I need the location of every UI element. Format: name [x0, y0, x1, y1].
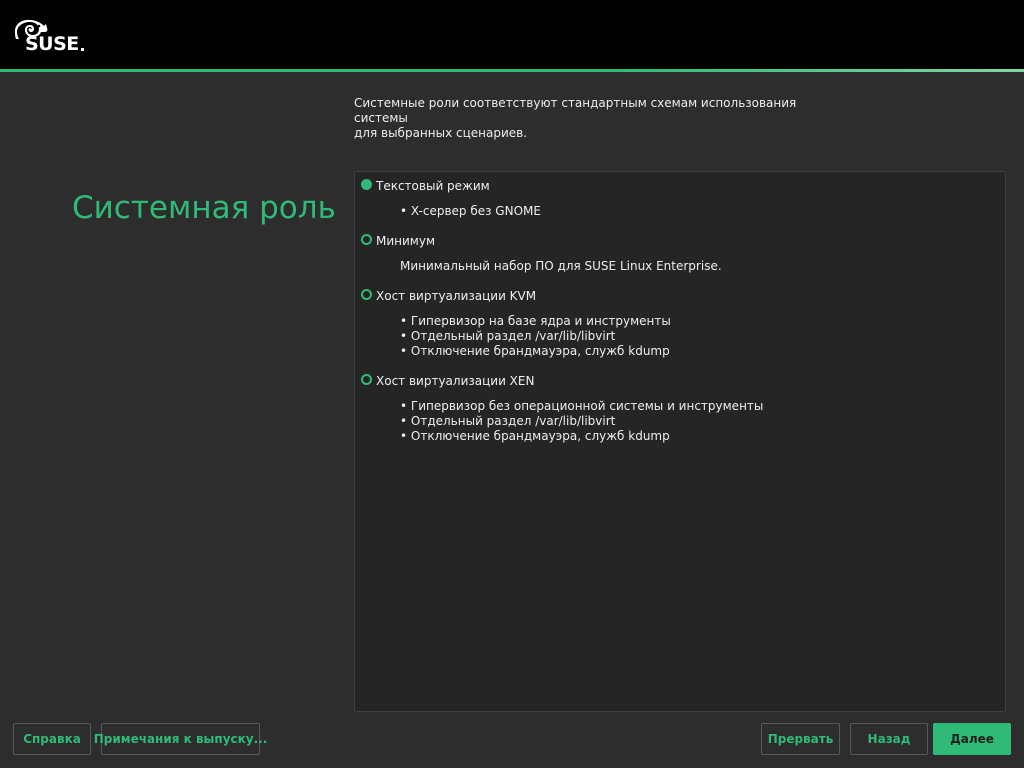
- role-description-line: • Гипервизор без операционной системы и …: [400, 399, 764, 413]
- role-option[interactable]: Хост виртуализации KVM: [361, 287, 671, 305]
- role-xen-host[interactable]: Хост виртуализации XEN • Гипервизор без …: [361, 372, 763, 444]
- logo-dot: [81, 48, 84, 51]
- abort-button[interactable]: Прервать: [761, 723, 840, 755]
- role-description: • Гипервизор без операционной системы и …: [400, 399, 763, 444]
- suse-logo-text: SUSE: [25, 33, 79, 55]
- role-description: • X-сервер без GNOME: [400, 204, 541, 219]
- role-description-line: • Отключение брандмауэра, служб kdump: [400, 429, 670, 443]
- role-label: Текстовый режим: [376, 179, 490, 193]
- intro-line-2: для выбранных сценариев.: [354, 126, 528, 140]
- role-label: Хост виртуализации KVM: [376, 289, 537, 303]
- radio-unselected-icon[interactable]: [361, 373, 372, 385]
- role-label: Хост виртуализации XEN: [376, 374, 535, 388]
- page-title: Системная роль: [72, 190, 336, 226]
- radio-unselected-icon[interactable]: [361, 288, 372, 300]
- role-description-line: • Гипервизор на базе ядра и инструменты: [400, 314, 671, 328]
- role-description-line: Минимальный набор ПО для SUSE Linux Ente…: [400, 259, 722, 273]
- release-notes-button[interactable]: Примечания к выпуску...: [94, 723, 267, 755]
- help-button[interactable]: Справка: [13, 723, 91, 755]
- header-accent-line: [0, 69, 1024, 72]
- role-description-line: • X-сервер без GNOME: [400, 204, 541, 218]
- back-button[interactable]: Назад: [850, 723, 928, 755]
- intro-line-1: Системные роли соответствуют стандартным…: [354, 96, 797, 125]
- role-text-mode[interactable]: Текстовый режим • X-сервер без GNOME: [361, 177, 541, 219]
- intro-text: Системные роли соответствуют стандартным…: [354, 96, 824, 141]
- role-description-line: • Отдельный раздел /var/lib/libvirt: [400, 329, 616, 343]
- header-bar: [0, 0, 1024, 69]
- next-button[interactable]: Далее: [933, 723, 1011, 755]
- role-minimal[interactable]: Минимум Минимальный набор ПО для SUSE Li…: [361, 232, 722, 274]
- role-option[interactable]: Минимум: [361, 232, 722, 250]
- role-description: • Гипервизор на базе ядра и инструменты …: [400, 314, 671, 359]
- role-option[interactable]: Хост виртуализации XEN: [361, 372, 763, 390]
- role-label: Минимум: [376, 234, 436, 248]
- role-description: Минимальный набор ПО для SUSE Linux Ente…: [400, 259, 722, 274]
- radio-unselected-icon[interactable]: [361, 233, 372, 245]
- system-roles-list: Текстовый режим • X-сервер без GNOME Мин…: [354, 171, 1006, 712]
- radio-selected-icon[interactable]: [361, 178, 372, 190]
- role-description-line: • Отключение брандмауэра, служб kdump: [400, 344, 670, 358]
- role-option[interactable]: Текстовый режим: [361, 177, 541, 195]
- role-kvm-host[interactable]: Хост виртуализации KVM • Гипервизор на б…: [361, 287, 671, 359]
- role-description-line: • Отдельный раздел /var/lib/libvirt: [400, 414, 616, 428]
